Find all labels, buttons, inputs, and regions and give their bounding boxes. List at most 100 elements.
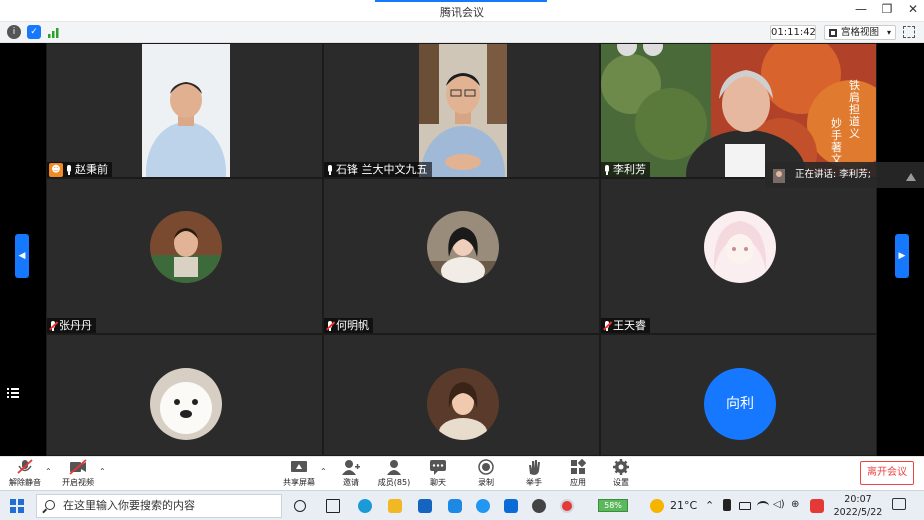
active-speaker-indicator: 正在讲话: 李利芳;	[765, 162, 924, 188]
pin-icon[interactable]	[904, 168, 918, 181]
taskbar-search-input[interactable]: 在这里输入你要搜索的内容	[36, 494, 282, 518]
participant-name-bar: 张丹丹	[47, 318, 96, 333]
start-video-label: 开启视频	[62, 478, 94, 487]
chevron-up-icon[interactable]: ⌃	[99, 467, 106, 476]
ime-icon[interactable]: ⊕	[791, 499, 799, 510]
battery-indicator[interactable]: 58%	[598, 499, 628, 512]
close-button[interactable]: ✕	[906, 2, 920, 16]
fullscreen-icon[interactable]	[903, 26, 915, 38]
title-accent	[375, 0, 547, 2]
participant-tile[interactable]	[323, 334, 600, 456]
hand-icon	[525, 459, 543, 475]
security-shield-icon[interactable]: ✓	[27, 25, 41, 39]
taskbar-clock[interactable]: 20:07 2022/5/22	[832, 493, 884, 519]
participant-tile[interactable]: 向利	[600, 334, 877, 456]
unmute-label: 解除静音	[9, 478, 41, 487]
apps-button[interactable]: 应用	[564, 458, 592, 488]
cortana-icon[interactable]	[294, 500, 306, 512]
window-title: 腾讯会议	[440, 6, 484, 19]
menu-list-icon[interactable]	[7, 383, 19, 398]
participant-name-bar: 何明帆	[324, 318, 373, 333]
task-view-icon[interactable]	[326, 499, 340, 513]
chat-button[interactable]: 聊天	[424, 459, 452, 488]
os-taskbar: 在这里输入你要搜索的内容 58% 21°C ⌃ ◁) ⊕ 20:07 2022/…	[0, 490, 924, 520]
battery-icon[interactable]	[739, 502, 751, 510]
view-mode-dropdown[interactable]: 宫格视图 ▾	[824, 25, 896, 40]
participant-video	[142, 44, 230, 177]
participant-tile[interactable]: 王天睿	[600, 178, 877, 334]
settings-button[interactable]: 设置	[607, 459, 635, 488]
participant-name-bar: ☻ 赵秉前	[47, 162, 112, 177]
participant-tile[interactable]: 张丹丹	[46, 178, 323, 334]
mic-on-icon	[65, 164, 73, 175]
volume-icon[interactable]: ◁)	[773, 499, 785, 510]
participant-tile[interactable]: ☻ 赵秉前	[46, 43, 323, 178]
weather-temp[interactable]: 21°C	[670, 499, 697, 512]
restore-button[interactable]: ❐	[880, 2, 894, 16]
members-button[interactable]: 成员(85)	[377, 459, 411, 488]
raise-hand-label: 举手	[526, 478, 542, 487]
members-icon	[385, 459, 403, 475]
meeting-toolbar: 解除静音 ⌃ 开启视频 ⌃ 共享屏幕 ⌃ 邀请 成员(85) 聊天 录制 举手 …	[0, 456, 924, 490]
share-screen-label: 共享屏幕	[283, 478, 315, 487]
unmute-button[interactable]: 解除静音	[8, 459, 42, 488]
participant-name-bar: 王天睿	[601, 318, 650, 333]
chevron-up-icon[interactable]: ⌃	[705, 499, 714, 512]
mic-on-icon	[603, 164, 611, 175]
wifi-icon[interactable]	[757, 501, 769, 511]
clock-time: 20:07	[844, 494, 872, 505]
mic-muted-icon	[49, 320, 58, 331]
edge-browser-icon[interactable]	[358, 499, 372, 513]
apps-label: 应用	[570, 478, 586, 487]
next-page-arrow-icon[interactable]: ▶	[895, 234, 909, 278]
chevron-up-icon[interactable]: ⌃	[320, 467, 327, 476]
grid-icon	[829, 29, 837, 37]
participant-name-bar: 李利芳	[601, 162, 650, 177]
info-icon[interactable]: i	[7, 25, 21, 39]
participant-avatar	[150, 368, 222, 440]
active-speaker-label: 正在讲话: 李利芳;	[795, 169, 871, 180]
windows-start-icon[interactable]	[10, 499, 24, 513]
invite-label: 邀请	[343, 478, 359, 487]
chat-label: 聊天	[430, 478, 446, 487]
participant-tile[interactable]: 铁肩担道义 妙手著文 李利芳	[600, 43, 877, 178]
prev-page-arrow-icon[interactable]: ◀	[15, 234, 29, 278]
participant-tile[interactable]: 石锋 兰大中文九五	[323, 43, 600, 178]
settings-gear-icon[interactable]	[532, 499, 546, 513]
participant-name: 何明帆	[336, 319, 369, 332]
share-screen-button[interactable]: 共享屏幕	[282, 459, 316, 488]
clock-date: 2022/5/22	[833, 507, 883, 518]
lenovo-app-icon[interactable]	[448, 499, 462, 513]
apps-grid-icon	[569, 458, 587, 475]
add-user-icon	[342, 459, 360, 475]
participant-name: 李利芳	[613, 163, 646, 176]
meeting-timer: 01:11:42	[770, 25, 816, 40]
minimize-button[interactable]: —	[854, 2, 868, 16]
speaker-avatar-icon	[773, 168, 785, 183]
notification-icon[interactable]	[892, 498, 906, 510]
participant-tile[interactable]	[46, 334, 323, 456]
leave-meeting-button[interactable]: 离开会议	[860, 461, 914, 485]
settings-label: 设置	[613, 478, 629, 487]
participant-name: 张丹丹	[59, 319, 92, 332]
device-icon[interactable]	[723, 499, 731, 511]
file-explorer-icon[interactable]	[388, 499, 402, 513]
photos-icon[interactable]	[504, 499, 518, 513]
chevron-up-icon[interactable]: ⌃	[45, 467, 52, 476]
meeting-app-icon[interactable]	[560, 499, 574, 513]
record-button[interactable]: 录制	[472, 459, 500, 488]
raise-hand-button[interactable]: 举手	[520, 459, 548, 488]
chevron-down-icon: ▾	[886, 28, 891, 37]
participant-name: 赵秉前	[75, 163, 108, 176]
start-video-button[interactable]: 开启视频	[60, 459, 96, 488]
ie-browser-icon[interactable]	[476, 499, 490, 513]
invite-button[interactable]: 邀请	[337, 459, 365, 488]
wps-icon[interactable]	[810, 499, 824, 513]
participant-avatar	[427, 211, 499, 283]
view-mode-label: 宫格视图	[841, 27, 880, 38]
host-badge-icon: ☻	[49, 162, 63, 177]
window-controls: — ❐ ✕	[854, 2, 920, 16]
participant-tile[interactable]: 何明帆	[323, 178, 600, 334]
mail-icon[interactable]	[418, 499, 432, 513]
signal-icon[interactable]	[47, 25, 61, 39]
